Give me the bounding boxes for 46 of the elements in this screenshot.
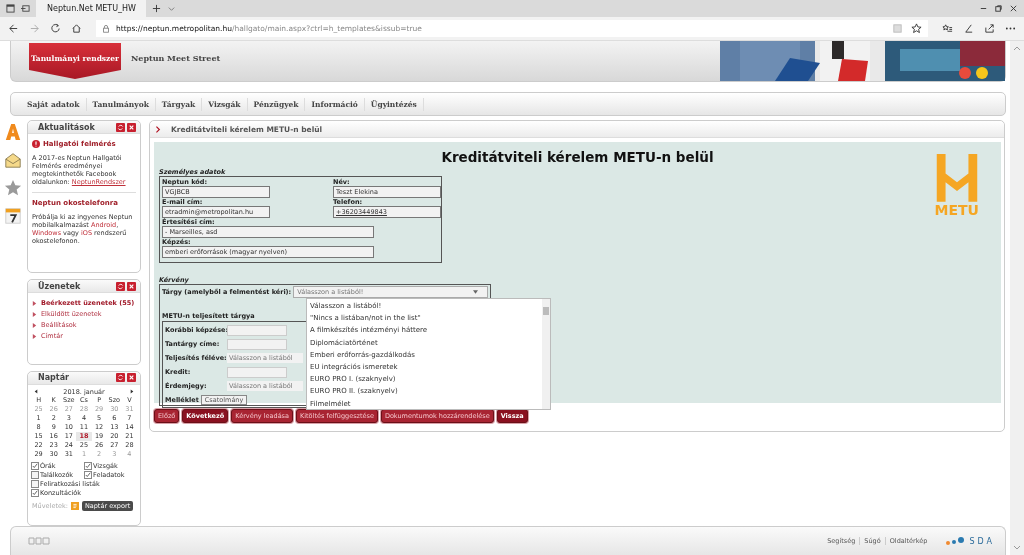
h-logo-icon bbox=[934, 152, 979, 202]
close-icon[interactable] bbox=[127, 373, 136, 383]
scrollbar[interactable] bbox=[542, 299, 550, 409]
lock-icon bbox=[102, 24, 110, 33]
star-icon[interactable] bbox=[4, 178, 22, 198]
refresh-icon[interactable] bbox=[50, 23, 61, 34]
tab-list-icon[interactable] bbox=[6, 4, 15, 13]
checkbox[interactable] bbox=[31, 488, 39, 497]
next-month-icon[interactable] bbox=[130, 389, 134, 395]
previous-month-icon[interactable] bbox=[34, 389, 38, 395]
restore-icon[interactable] bbox=[994, 4, 1003, 13]
pen-icon[interactable] bbox=[963, 23, 974, 34]
calendar-icon[interactable] bbox=[4, 206, 22, 226]
input-field[interactable] bbox=[227, 338, 287, 350]
home-icon[interactable] bbox=[71, 23, 82, 34]
logo-text: SDA bbox=[969, 536, 995, 546]
checkbox[interactable] bbox=[31, 461, 39, 470]
page-heading: Kreditátviteli kérelem METU-n belül bbox=[441, 149, 714, 165]
input-field[interactable] bbox=[227, 324, 287, 336]
new-tab-icon[interactable] bbox=[152, 4, 161, 13]
chevron-right-icon bbox=[156, 125, 161, 133]
panel-title: Naptár bbox=[37, 373, 70, 383]
input-field[interactable] bbox=[227, 366, 287, 378]
panel-title: Aktualitások bbox=[37, 122, 96, 132]
share-icon[interactable] bbox=[984, 23, 995, 34]
favorites-icon[interactable] bbox=[942, 23, 953, 34]
refresh-icon[interactable] bbox=[116, 281, 125, 291]
close-icon[interactable] bbox=[1009, 4, 1018, 13]
checkbox[interactable] bbox=[31, 479, 39, 488]
browser-tab[interactable]: Neptun.Net METU_HW bbox=[36, 0, 146, 17]
back-icon[interactable] bbox=[8, 23, 19, 34]
refresh-icon[interactable] bbox=[116, 122, 125, 132]
logo-text: METU bbox=[934, 202, 979, 218]
site-title: Neptun Meet Street bbox=[131, 53, 221, 63]
close-icon[interactable] bbox=[127, 281, 136, 291]
footer-logo-icon bbox=[27, 537, 51, 545]
close-icon[interactable] bbox=[127, 122, 136, 132]
checkbox[interactable] bbox=[84, 470, 92, 479]
checkbox[interactable] bbox=[31, 470, 39, 479]
tab-aside-icon[interactable] bbox=[21, 4, 30, 13]
checkbox[interactable] bbox=[84, 461, 92, 470]
envelope-icon[interactable] bbox=[4, 150, 22, 170]
panel-title: Üzenetek bbox=[37, 281, 82, 291]
dropdown-arrow-icon[interactable] bbox=[473, 290, 478, 294]
star-icon[interactable] bbox=[911, 23, 922, 34]
refresh-icon[interactable] bbox=[116, 373, 125, 383]
